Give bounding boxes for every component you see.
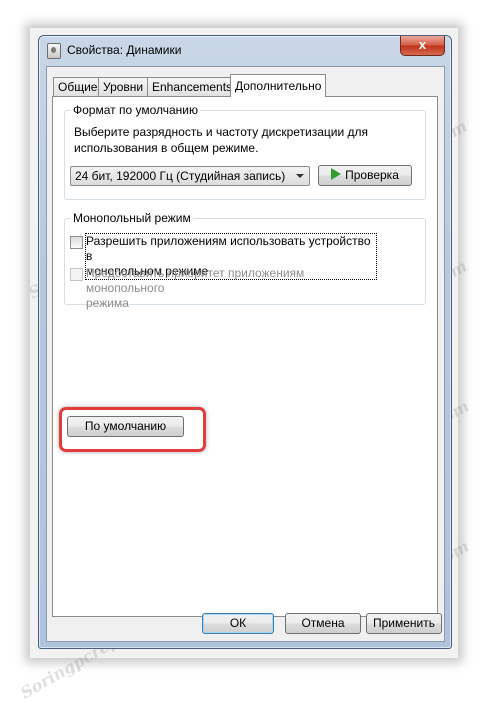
chevron-down-icon — [296, 174, 304, 178]
give-priority-label: Предоставить приоритет приложениям моноп… — [86, 266, 376, 311]
tab-levels[interactable]: Уровни — [98, 77, 149, 96]
test-button-label: Проверка — [345, 168, 399, 182]
tab-advanced[interactable]: Дополнительно — [230, 74, 327, 97]
default-format-description-line2: использования в общем режиме. — [74, 141, 259, 155]
properties-dialog: Свойства: Динамики x Общие Уровни Enhanc… — [38, 35, 452, 649]
tab-enhancements[interactable]: Enhancements — [147, 77, 238, 96]
title-bar[interactable]: Свойства: Динамики x — [39, 36, 451, 64]
format-select[interactable]: 24 бит, 192000 Гц (Студийная запись) — [70, 166, 310, 186]
give-priority-checkbox-row: Предоставить приоритет приложениям моноп… — [70, 266, 410, 310]
speaker-icon — [47, 43, 61, 59]
allow-exclusive-label-line1: Разрешить приложениям использовать устро… — [86, 234, 371, 263]
tab-panel-advanced: Формат по умолчанию Выберите разрядность… — [52, 96, 438, 617]
default-format-description-line1: Выберите разрядность и частоту дискретиз… — [74, 125, 369, 139]
dialog-client-area: Общие Уровни Enhancements Дополнительно … — [46, 66, 445, 642]
exclusive-mode-legend: Монопольный режим — [71, 211, 193, 225]
cancel-button[interactable]: Отмена — [285, 613, 361, 634]
default-format-group: Формат по умолчанию Выберите разрядность… — [64, 103, 426, 200]
allow-exclusive-checkbox[interactable] — [70, 236, 83, 249]
tab-general[interactable]: Общие — [53, 77, 103, 96]
close-button[interactable]: x — [400, 36, 445, 56]
give-priority-label-line2: режима — [86, 296, 129, 310]
apply-button[interactable]: Применить — [366, 613, 442, 634]
exclusive-mode-group: Монопольный режим Разрешить приложениям … — [64, 211, 426, 310]
ok-button[interactable]: ОК — [202, 613, 274, 634]
give-priority-label-line1: Предоставить приоритет приложениям моноп… — [86, 266, 305, 295]
test-button[interactable]: Проверка — [318, 165, 412, 186]
play-icon — [331, 168, 342, 180]
give-priority-checkbox — [70, 268, 83, 281]
window-title: Свойства: Динамики — [67, 43, 182, 57]
highlight-annotation — [59, 407, 206, 452]
allow-exclusive-checkbox-row[interactable]: Разрешить приложениям использовать устро… — [70, 233, 410, 280]
default-format-legend: Формат по умолчанию — [71, 103, 200, 117]
format-select-value: 24 бит, 192000 Гц (Студийная запись) — [75, 169, 286, 183]
